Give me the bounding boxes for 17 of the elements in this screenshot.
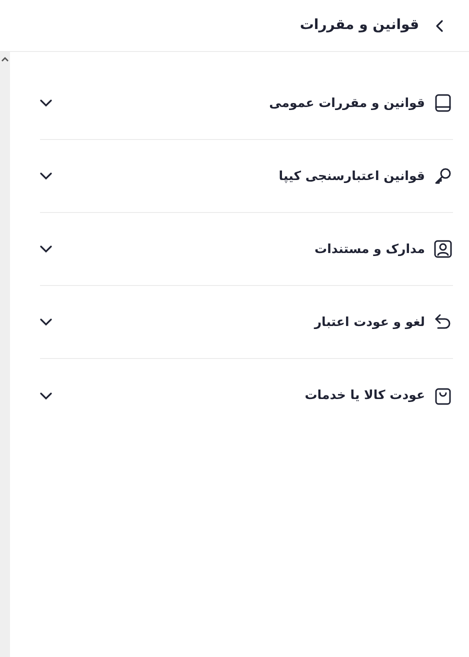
section-title[interactable]: مدارک و مستندات	[314, 240, 425, 258]
section-title[interactable]: قوانین و مقررات عمومی	[269, 94, 425, 112]
expand-chevron[interactable]	[40, 172, 52, 180]
expand-chevron[interactable]	[40, 99, 52, 107]
expand-chevron[interactable]	[40, 392, 52, 400]
shopping-bag-icon	[433, 386, 453, 406]
user-square-icon	[433, 239, 453, 259]
page-title: قوانین و مقررات	[300, 16, 419, 35]
back-button[interactable]	[435, 18, 445, 32]
section-title[interactable]: لغو و عودت اعتبار	[314, 312, 425, 332]
expand-chevron[interactable]	[40, 245, 52, 253]
section-title[interactable]: عودت کالا یا خدمات	[304, 386, 425, 405]
book-icon	[433, 93, 453, 113]
key-icon	[433, 166, 453, 186]
undo-icon	[433, 312, 453, 332]
expand-chevron[interactable]	[40, 318, 52, 326]
section-title[interactable]: قوانین اعتبارسنجی کیپا	[278, 166, 425, 186]
